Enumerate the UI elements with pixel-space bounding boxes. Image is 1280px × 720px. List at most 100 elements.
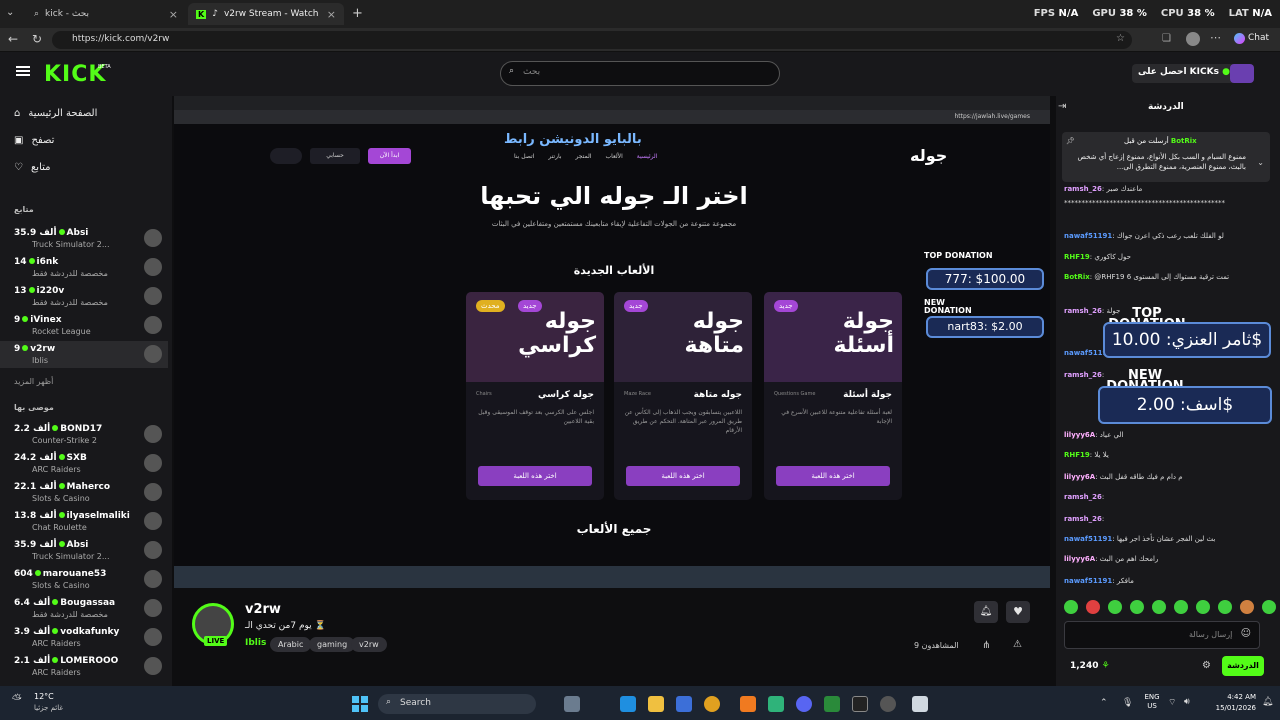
streamer-name[interactable]: v2rw [245,602,281,617]
chat-username[interactable]: nawaf51191 [1064,232,1112,240]
channel-row[interactable]: 604 marouane53 Slots & Casino [0,566,168,593]
channel-row[interactable]: 9 iVinex Rocket League [0,312,168,339]
chat-username[interactable]: lilyyy6A [1064,555,1095,563]
chat-username[interactable]: nawaf51191 [1064,577,1112,585]
emote-icon[interactable] [1130,600,1144,614]
favorites-icon[interactable]: ❏ [1162,33,1171,44]
channel-row[interactable]: 3.9 ألف vodkafunky ARC Raiders [0,624,168,651]
close-icon[interactable]: × [169,8,178,21]
chrome-icon[interactable] [704,696,720,712]
chat-username[interactable]: ramsh_26 [1064,185,1102,193]
channel-row[interactable]: 9 v2rw Iblis [0,341,168,368]
channel-row[interactable]: 14 i6nk مخصصة للدردشة فقط [0,254,168,281]
chat-username[interactable]: ramsh_26 [1064,371,1102,379]
video-player[interactable]: https://jawlah.live/games بالبايو الدوني… [174,96,1050,588]
tag-chip[interactable]: v2rw [351,637,387,652]
weather-icon[interactable]: ⛅︎ [12,692,22,707]
share-icon[interactable]: ⋔ [982,640,990,651]
user-avatar[interactable] [1230,64,1254,83]
taskbar-search[interactable]: ⌕ Search [378,694,536,714]
microphone-icon[interactable]: 🎙︎ [1122,698,1133,708]
app-icon[interactable] [768,696,784,712]
stream-category[interactable]: Iblis [245,638,266,648]
show-more-link[interactable]: أظهر المزيد [14,377,53,386]
chat-send-button[interactable]: الدردشة [1222,656,1264,676]
file-explorer-icon[interactable] [648,696,664,712]
copilot-chat-button[interactable]: Chat [1234,33,1269,44]
chat-username[interactable]: RHF19 [1064,451,1090,459]
search-input[interactable]: ⌕ بحث [500,61,780,86]
volume-icon[interactable]: 🔊︎ [1184,697,1190,707]
channel-points[interactable]: 1,240 ⚘ [1070,661,1110,671]
emote-icon[interactable] [1108,600,1122,614]
wifi-icon[interactable]: ⌔ [1168,697,1176,708]
chat-username[interactable]: RHF19 [1064,253,1090,261]
mail-icon[interactable] [676,696,692,712]
tab-list-icon[interactable]: ⌄ [6,7,14,18]
tray-chevron-icon[interactable]: ⌃ [1100,698,1108,708]
chat-username[interactable]: nawaf51191 [1064,535,1112,543]
chat-username[interactable]: ramsh_26 [1064,307,1102,315]
channel-row[interactable]: 35.9 ألف Absi Truck Simulator 2... [0,537,168,564]
obs-icon[interactable] [880,696,896,712]
tag-chip[interactable]: gaming [309,637,356,652]
channel-row[interactable]: 13 i220v مخصصة للدردشة فقط [0,283,168,310]
chevron-down-icon[interactable]: ⌄ [1257,158,1264,167]
language-indicator[interactable]: ENG US [1140,693,1164,711]
emote-icon[interactable] [1218,600,1232,614]
follow-heart-icon[interactable]: ♥ [1006,601,1030,623]
tab-stream[interactable]: K ♪ v2rw Stream - Watch Live on K × [188,3,344,25]
emote-icon[interactable] [1152,600,1166,614]
clock-time[interactable]: 4:42 AM [1220,693,1256,701]
vlc-icon[interactable] [740,696,756,712]
collapse-chat-icon[interactable]: ⇥ [1058,101,1066,112]
channel-row[interactable]: 22.1 ألف Maherco Slots & Casino [0,479,168,506]
back-icon[interactable]: ← [8,32,18,46]
notification-bell-icon[interactable]: 🔔︎ [974,601,998,623]
chat-username[interactable]: ramsh_26 [1064,515,1102,523]
tab-search[interactable]: ⌕ kick - بحث × [26,3,186,25]
channel-row[interactable]: 6.4 ألف Bougassaa مخصصة للدردشة فقط [0,595,168,622]
emote-icon[interactable] [1196,600,1210,614]
windows-start-icon[interactable] [352,696,368,712]
clock-date[interactable]: 15/01/2026 [1210,704,1256,712]
menu-dots-icon[interactable]: ⋯ [1210,31,1221,44]
tag-chip[interactable]: Arabic [270,637,312,652]
chat-username[interactable]: BotRix [1064,273,1090,281]
emote-icon[interactable] [1064,600,1078,614]
channel-row[interactable]: 35.9 ألف Absi Truck Simulator 2... [0,225,168,252]
url-field[interactable]: https://kick.com/v2rw [52,31,1132,49]
emote-icon[interactable] [1174,600,1188,614]
hamburger-menu-icon[interactable] [16,66,30,76]
emote-icon[interactable] [1240,600,1254,614]
refresh-icon[interactable]: ↻ [32,32,42,46]
report-icon[interactable]: ⚠ [1013,639,1022,650]
channel-row[interactable]: 24.2 ألف SXB ARC Raiders [0,450,168,477]
nav-following[interactable]: ♡ متابع [14,162,51,173]
app-icon[interactable] [852,696,868,712]
nav-home[interactable]: ⌂ الصفحة الرئيسية [14,108,97,119]
emote-icon[interactable] [1086,600,1100,614]
pinned-message[interactable]: أرسلت من قبل BotRix 📌︎ ممنوع السبام و ال… [1062,132,1270,182]
discord-icon[interactable] [796,696,812,712]
chat-input[interactable]: إرسال رسالة ☺ [1064,621,1260,649]
profile-icon[interactable] [1186,32,1200,46]
chat-username[interactable]: lilyyy6A [1064,431,1095,439]
close-icon[interactable]: × [327,8,336,21]
channel-row[interactable]: 2.2 ألف BOND17 Counter-Strike 2 [0,421,168,448]
chat-settings-icon[interactable]: ⚙ [1202,660,1211,671]
notifications-icon[interactable]: 🔔︎ [1262,697,1273,707]
xbox-icon[interactable] [824,696,840,712]
star-icon[interactable]: ☆ [1116,33,1125,44]
new-tab-icon[interactable]: + [352,6,363,21]
get-kicks-button[interactable]: احصل على KICKs ● [1132,64,1236,83]
channel-row[interactable]: 2.1 ألف LOMEROOO ARC Raiders [0,653,168,680]
channel-row[interactable]: 13.8 ألف ilyaselmaliki Chat Roulette [0,508,168,535]
chat-username[interactable]: lilyyy6A [1064,473,1095,481]
chat-username[interactable]: ramsh_26 [1064,493,1102,501]
edge-icon[interactable] [620,696,636,712]
speaker-icon[interactable]: ♪ [212,9,218,19]
emote-icon[interactable] [1262,600,1276,614]
nav-browse[interactable]: ▣ تصفح [14,135,54,146]
emoji-icon[interactable]: ☺ [1241,628,1251,639]
